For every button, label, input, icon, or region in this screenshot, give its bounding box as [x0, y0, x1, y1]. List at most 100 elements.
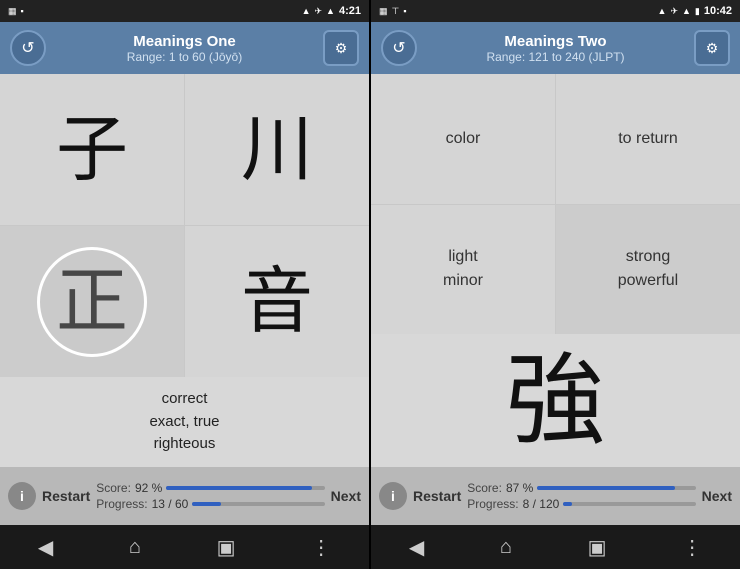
left-progress-line: Progress: 13 / 60: [96, 497, 324, 511]
kanji-cell-3[interactable]: 音: [185, 226, 369, 377]
kanji-char-0: 子: [56, 114, 128, 186]
left-score-bar-fill: [166, 486, 312, 490]
left-meanings-area: correct exact, true righteous: [0, 377, 369, 467]
left-settings-icon: ⚙: [335, 40, 348, 57]
right-meanings-grid: color to return lightminor strongpowerfu…: [371, 74, 740, 334]
right-status-bar: ▦ ⊤ ▪ ▲ ✈ ▲ ▮ 10:42: [371, 0, 740, 22]
right-time: 10:42: [704, 5, 732, 17]
kanji-char-1: 川: [241, 114, 313, 186]
left-progress-value: 13 / 60: [152, 497, 189, 511]
right-progress-bar-fill: [563, 502, 572, 506]
right-score-line: Score: 87 %: [467, 481, 695, 495]
left-progress-bar-bg: [192, 502, 324, 506]
right-nav-home-icon[interactable]: ⌂: [500, 536, 512, 559]
left-score-value: 92 %: [135, 481, 162, 495]
left-progress-bar-fill: [192, 502, 221, 506]
right-info-button[interactable]: i: [379, 482, 407, 510]
left-subtitle: Range: 1 to 60 (Jōyō): [127, 50, 242, 64]
meaning-cell-0[interactable]: color: [371, 74, 555, 204]
kanji-cell-1[interactable]: 川: [185, 74, 369, 225]
meaning-cell-2[interactable]: lightminor: [371, 205, 555, 335]
left-nav-menu-icon[interactable]: ⋮: [311, 535, 331, 560]
right-storage-icon: ▪: [403, 6, 406, 16]
right-progress-label: Progress:: [467, 497, 518, 511]
kanji-cell-2[interactable]: 正: [0, 226, 184, 377]
kanji-char-3: 音: [241, 266, 313, 338]
meaning-cell-text-3: strongpowerful: [618, 245, 678, 293]
left-header: ↺ Meanings One Range: 1 to 60 (Jōyō) ⚙: [0, 22, 369, 74]
left-nav-back-icon[interactable]: ◀: [38, 535, 53, 560]
airplane-icon: ✈: [315, 6, 323, 17]
sim-icon: ▦: [8, 6, 17, 17]
left-settings-button[interactable]: ⚙: [323, 30, 359, 66]
right-status-right: ▲ ✈ ▲ ▮ 10:42: [658, 5, 732, 17]
meaning-cell-text-1: to return: [618, 127, 678, 151]
left-panel: ▦ ▪ ▲ ✈ ▲ 4:21 ↺ Meanings One Range: 1 t…: [0, 0, 369, 569]
left-kanji-grid: 子 川 正 音: [0, 74, 369, 377]
right-nav-recents-icon[interactable]: ▣: [588, 535, 607, 560]
meaning-line-1: exact, true: [149, 411, 219, 434]
left-title: Meanings One: [127, 33, 242, 50]
right-score-bar-fill: [537, 486, 675, 490]
left-score-label: Score:: [96, 481, 131, 495]
right-restart-button[interactable]: Restart: [413, 488, 461, 504]
right-progress-line: Progress: 8 / 120: [467, 497, 695, 511]
left-score-bar-bg: [166, 486, 324, 490]
right-status-icons-left: ▦ ⊤ ▪: [379, 6, 407, 17]
right-wifi-icon: ▲: [682, 6, 691, 16]
right-settings-icon: ⚙: [706, 40, 719, 57]
left-nav-home-icon[interactable]: ⌂: [129, 536, 141, 559]
left-restart-button[interactable]: Restart: [42, 488, 90, 504]
right-title: Meanings Two: [486, 33, 624, 50]
right-big-kanji: 強: [506, 351, 606, 451]
right-score-label: Score:: [467, 481, 502, 495]
left-back-icon: ↺: [21, 38, 34, 58]
left-back-button[interactable]: ↺: [10, 30, 46, 66]
right-back-button[interactable]: ↺: [381, 30, 417, 66]
right-big-kanji-area: 強: [371, 334, 740, 467]
right-back-icon: ↺: [392, 38, 405, 58]
right-info-icon: i: [391, 488, 395, 504]
meaning-line-0: correct: [162, 388, 208, 411]
left-bottom-bar: i Restart Score: 92 % Progress: 13 / 60 …: [0, 467, 369, 525]
left-nav-recents-icon[interactable]: ▣: [217, 535, 236, 560]
right-panel: ▦ ⊤ ▪ ▲ ✈ ▲ ▮ 10:42 ↺ Meanings Two Range…: [371, 0, 740, 569]
left-time: 4:21: [339, 5, 361, 17]
right-nav-back-icon[interactable]: ◀: [409, 535, 424, 560]
left-info-icon: i: [20, 488, 24, 504]
signal-icon: ▲: [302, 6, 311, 16]
left-title-block: Meanings One Range: 1 to 60 (Jōyō): [127, 33, 242, 64]
meaning-cell-3[interactable]: strongpowerful: [556, 205, 740, 335]
left-status-right: ▲ ✈ ▲ 4:21: [302, 5, 361, 17]
right-nav-bar: ◀ ⌂ ▣ ⋮: [371, 525, 740, 569]
meaning-cell-1[interactable]: to return: [556, 74, 740, 204]
meaning-line-2: righteous: [154, 433, 216, 456]
left-nav-bar: ◀ ⌂ ▣ ⋮: [0, 525, 369, 569]
wifi-icon: ▲: [326, 6, 335, 16]
right-progress-bar-bg: [563, 502, 695, 506]
storage-icon: ▪: [21, 6, 24, 16]
right-usb-icon: ⊤: [392, 6, 400, 17]
right-score-value: 87 %: [506, 481, 533, 495]
right-progress-value: 8 / 120: [523, 497, 560, 511]
meaning-cell-text-2: lightminor: [443, 245, 483, 293]
left-status-bar: ▦ ▪ ▲ ✈ ▲ 4:21: [0, 0, 369, 22]
left-score-progress: Score: 92 % Progress: 13 / 60: [96, 481, 324, 511]
left-status-icons-left: ▦ ▪: [8, 6, 24, 17]
right-score-progress: Score: 87 % Progress: 8 / 120: [467, 481, 695, 511]
left-progress-label: Progress:: [96, 497, 147, 511]
left-info-button[interactable]: i: [8, 482, 36, 510]
right-header: ↺ Meanings Two Range: 121 to 240 (JLPT) …: [371, 22, 740, 74]
right-nav-menu-icon[interactable]: ⋮: [682, 535, 702, 560]
right-battery-icon: ▮: [695, 6, 700, 17]
left-next-button[interactable]: Next: [331, 488, 361, 504]
right-settings-button[interactable]: ⚙: [694, 30, 730, 66]
meaning-cell-text-0: color: [446, 127, 481, 151]
kanji-cell-0[interactable]: 子: [0, 74, 184, 225]
right-sim-icon: ▦: [379, 6, 388, 17]
right-next-button[interactable]: Next: [702, 488, 732, 504]
right-subtitle: Range: 121 to 240 (JLPT): [486, 50, 624, 64]
left-score-line: Score: 92 %: [96, 481, 324, 495]
right-score-bar-bg: [537, 486, 695, 490]
right-bottom-bar: i Restart Score: 87 % Progress: 8 / 120 …: [371, 467, 740, 525]
